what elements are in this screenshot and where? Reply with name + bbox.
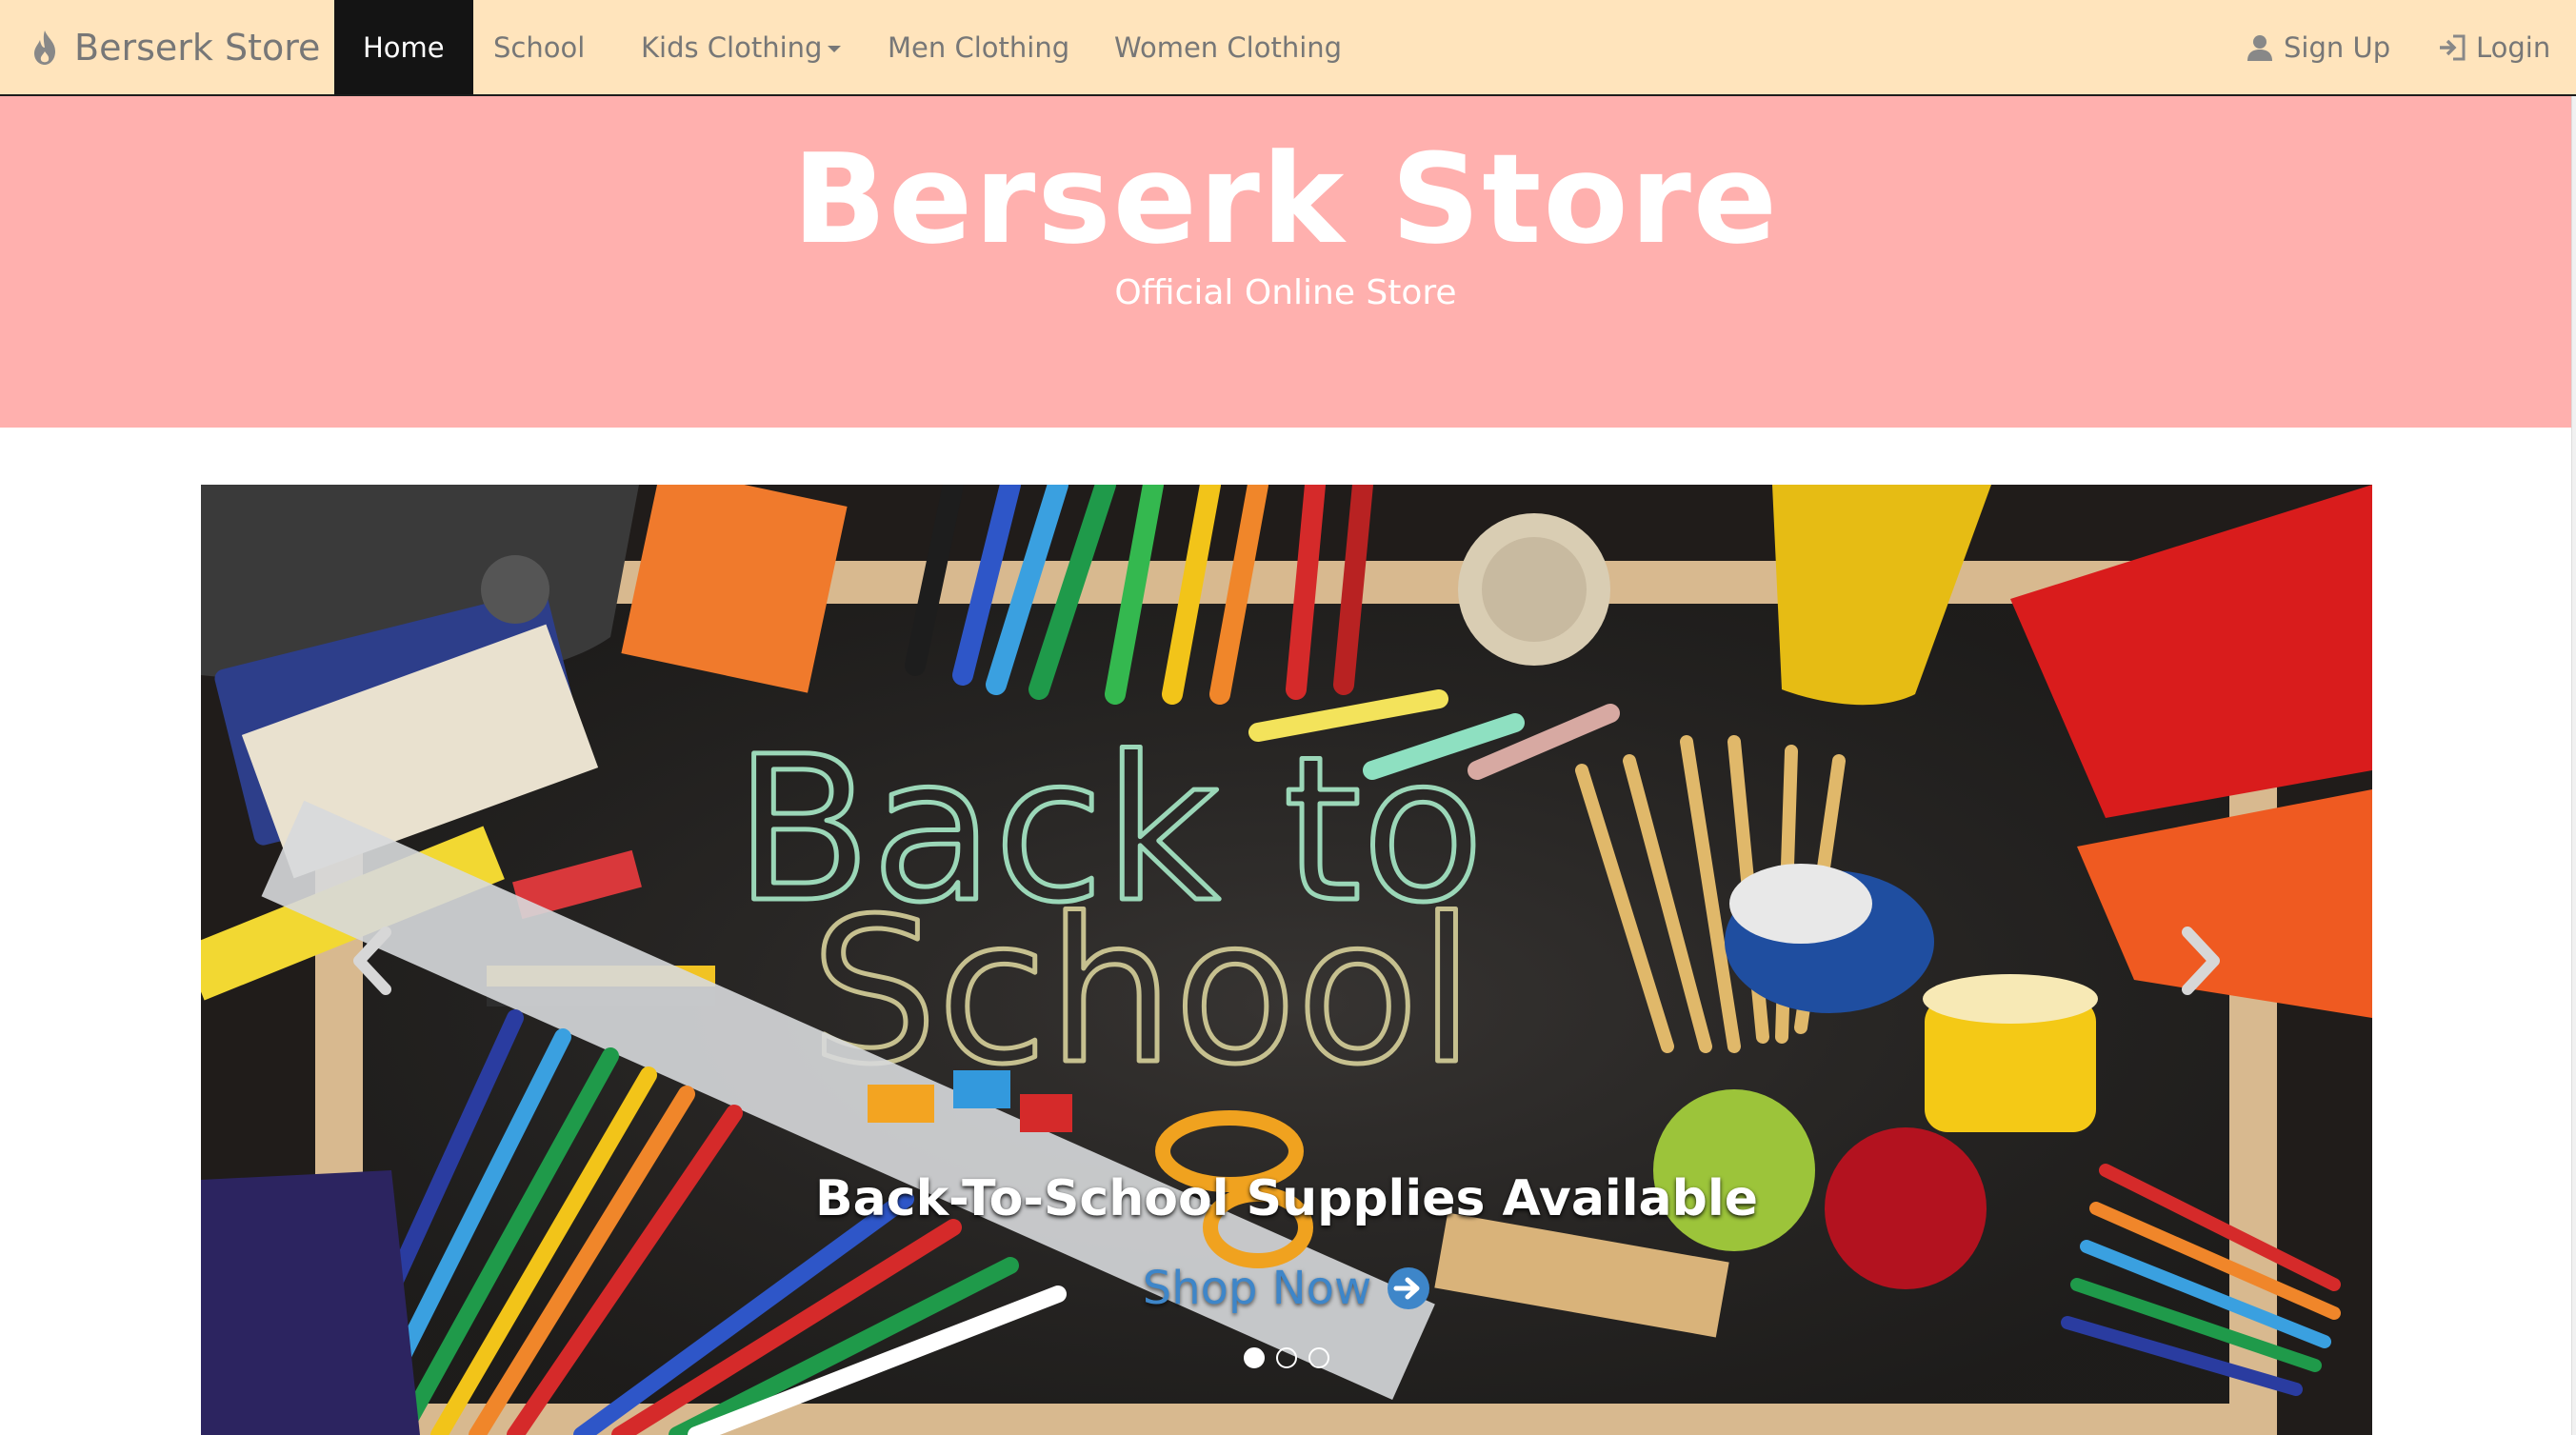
carousel-indicator-1[interactable] xyxy=(1244,1347,1265,1368)
carousel-next-chevron-icon[interactable] xyxy=(2172,923,2229,999)
nav-women-clothing[interactable]: Women Clothing xyxy=(1086,0,1370,94)
carousel-indicator-3[interactable] xyxy=(1308,1347,1329,1368)
login-icon xyxy=(2440,34,2466,60)
shop-now-link[interactable]: Shop Now xyxy=(201,1262,2372,1315)
arrow-circle-right-icon xyxy=(1388,1267,1430,1309)
nav-men-clothing[interactable]: Men Clothing xyxy=(859,0,1098,94)
nav-kids-clothing-dropdown[interactable]: Kids Clothing xyxy=(612,0,869,94)
login-link[interactable]: Login xyxy=(2438,0,2550,94)
hero-carousel: Back to School Back-To-School Supplies A… xyxy=(201,485,2372,1435)
carousel-prev-chevron-icon[interactable] xyxy=(344,923,401,999)
top-navbar: Berserk Store Home School Kids Clothing … xyxy=(0,0,2576,96)
nav-women-clothing-label: Women Clothing xyxy=(1114,30,1343,64)
carousel-indicator-2[interactable] xyxy=(1276,1347,1297,1368)
nav-home[interactable]: Home xyxy=(334,0,473,94)
nav-kids-clothing-label: Kids Clothing xyxy=(641,30,823,64)
caret-down-icon xyxy=(828,46,842,52)
shop-now-label: Shop Now xyxy=(1142,1262,1372,1315)
user-icon xyxy=(2247,34,2272,61)
signup-link[interactable]: Sign Up xyxy=(2246,0,2390,94)
brand-link[interactable]: Berserk Store xyxy=(29,0,320,94)
page-subtitle: Official Online Store xyxy=(1114,273,1457,312)
page-title: Berserk Store xyxy=(791,127,1780,271)
scrollbar[interactable] xyxy=(2571,96,2576,1435)
slide-caption: Back-To-School Supplies Available xyxy=(815,1170,1758,1227)
brand-name: Berserk Store xyxy=(74,26,321,69)
nav-school[interactable]: School xyxy=(465,0,613,94)
nav-home-label: Home xyxy=(363,30,445,64)
nav-school-label: School xyxy=(493,30,586,64)
fire-icon xyxy=(34,30,55,65)
jumbotron-banner: Berserk Store Official Online Store xyxy=(0,96,2571,428)
signup-label: Sign Up xyxy=(2284,30,2391,64)
login-label: Login xyxy=(2476,30,2551,64)
carousel-indicators xyxy=(201,1347,2372,1368)
nav-men-clothing-label: Men Clothing xyxy=(888,30,1070,64)
